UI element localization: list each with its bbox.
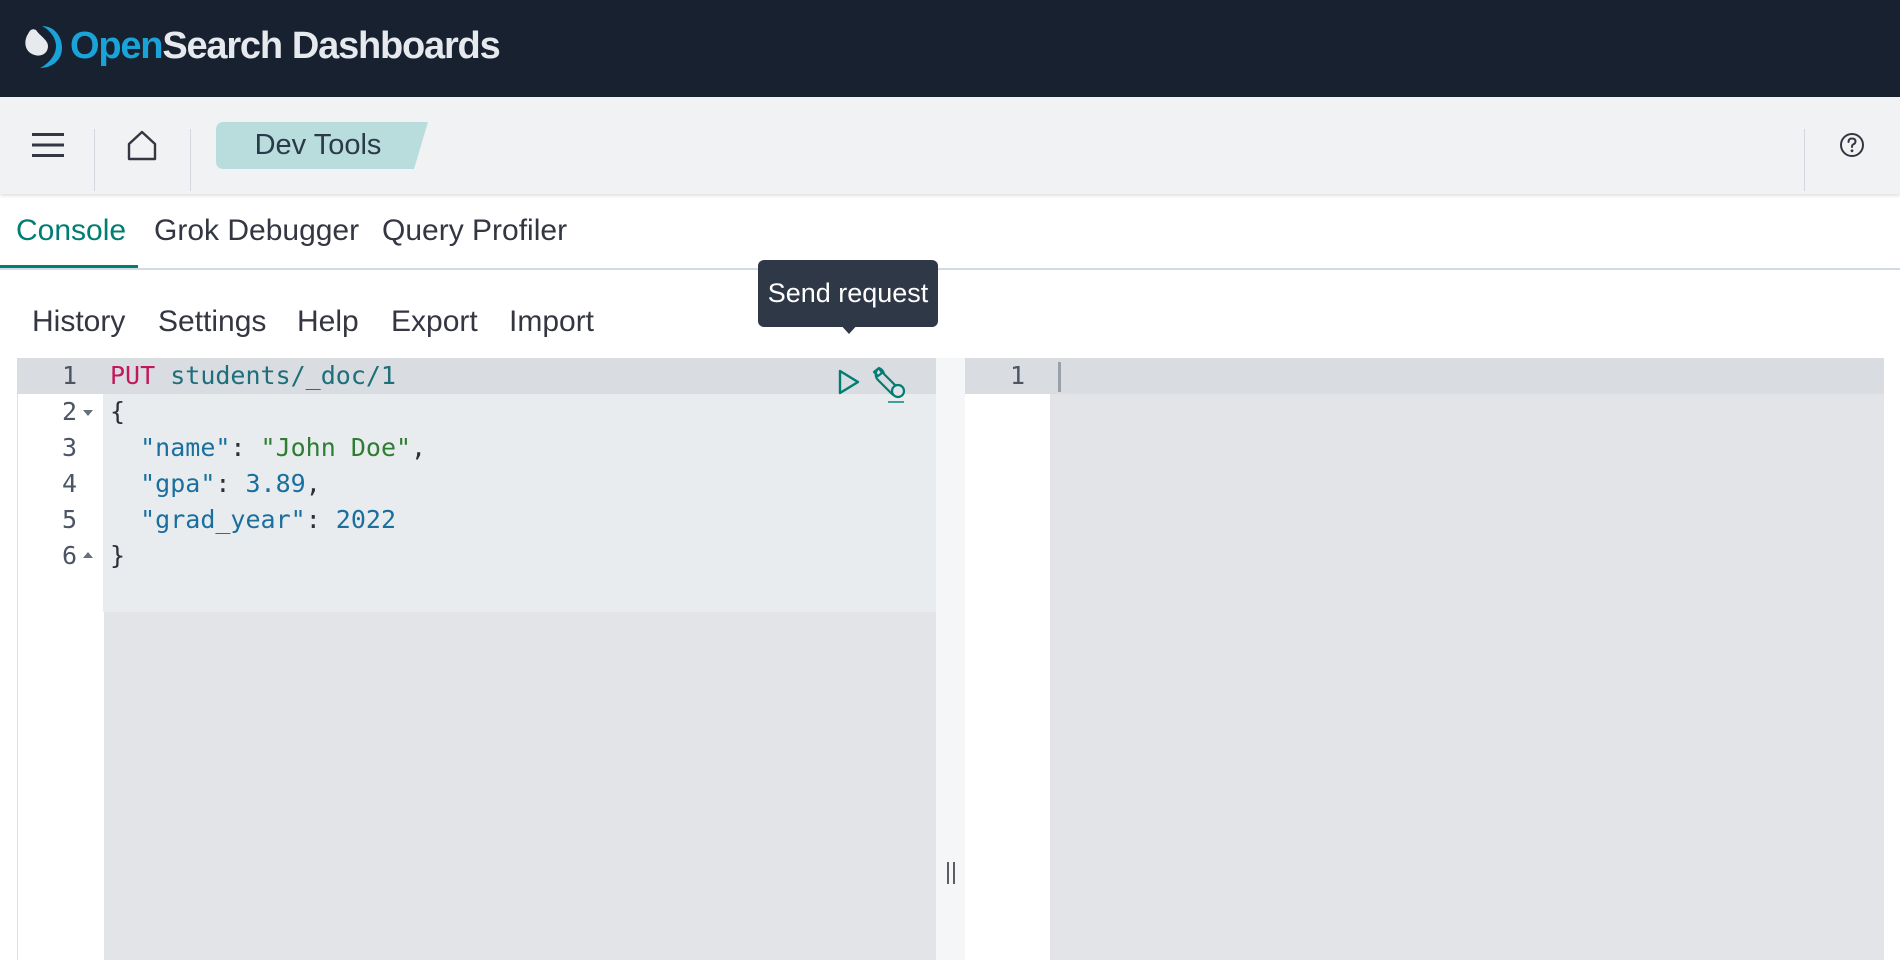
code-line: PUT students/_doc/1 [110, 358, 396, 394]
brand-name-open: Open [70, 25, 164, 67]
line-number: 6 [61, 541, 77, 570]
breadcrumb-label: Dev Tools [254, 129, 382, 161]
open-brace: { [110, 397, 126, 426]
line-number: 1 [61, 361, 77, 390]
request-editor[interactable]: 1 2 3 4 5 6 PUT students/_doc/1 { "name"… [17, 358, 936, 960]
code-line: "grad_year": 2022 [140, 505, 397, 534]
line-number: 5 [61, 505, 77, 534]
header-divider [1804, 129, 1805, 191]
home-icon [127, 130, 157, 161]
help-menu-item[interactable]: Help [297, 300, 359, 344]
breadcrumb[interactable]: Dev Tools [216, 122, 428, 169]
brand-name-dashboards: Dashboards [291, 25, 501, 67]
resize-grip-icon [947, 862, 955, 884]
breadcrumb-header: Dev Tools [0, 97, 1900, 194]
help-button[interactable] [1820, 119, 1884, 171]
top-brand-bar: OpenSearch Dashboards [0, 0, 1900, 97]
fold-toggle-icon[interactable] [83, 552, 93, 558]
line-number: 1 [1009, 361, 1025, 390]
import-menu-item[interactable]: Import [509, 300, 594, 344]
close-brace: } [110, 541, 126, 570]
tab-console[interactable]: Console [0, 194, 138, 268]
tab-query-profiler[interactable]: Query Profiler [366, 194, 583, 268]
line-number: 4 [61, 469, 77, 498]
wrench-icon[interactable] [870, 363, 910, 403]
request-path: students/_doc/1 [170, 361, 396, 390]
tooltip-arrow [838, 322, 860, 334]
json-key: "grad_year" [140, 505, 306, 534]
code-line: "name": "John Doe", [140, 433, 427, 462]
json-key: "gpa" [140, 469, 216, 498]
send-request-play-icon[interactable] [832, 366, 864, 398]
send-request-tooltip: Send request [758, 260, 938, 327]
text-cursor [1058, 362, 1061, 392]
menu-button[interactable] [18, 119, 78, 171]
editor-resize-handle[interactable] [936, 358, 965, 960]
home-button[interactable] [112, 119, 172, 171]
help-circle-icon [1840, 133, 1864, 157]
dev-tools-tabs: Console Grok Debugger Query Profiler [0, 194, 1900, 270]
settings-menu-item[interactable]: Settings [158, 300, 266, 344]
active-line-highlight [965, 358, 1884, 394]
hamburger-menu-icon [32, 133, 64, 157]
json-value: 2022 [335, 505, 397, 534]
code-line: { [110, 394, 125, 430]
response-editor-gutter [965, 358, 1050, 960]
http-method: PUT [110, 361, 156, 390]
opensearch-logo-icon [25, 26, 62, 68]
line-number: 2 [61, 397, 77, 426]
export-menu-item[interactable]: Export [391, 300, 478, 344]
code-line: } [110, 538, 125, 574]
opensearch-logo[interactable]: OpenSearch Dashboards [18, 20, 501, 72]
json-value: "John Doe" [260, 433, 412, 462]
code-line: "gpa": 3.89, [140, 469, 321, 498]
fold-toggle-icon[interactable] [83, 410, 93, 416]
header-divider [190, 129, 191, 191]
brand-name-search: Search [162, 25, 283, 67]
tab-grok-debugger[interactable]: Grok Debugger [138, 194, 375, 268]
header-divider [94, 129, 95, 191]
brand-name: OpenSearch Dashboards [70, 20, 501, 72]
json-key: "name" [140, 433, 231, 462]
response-editor[interactable]: 1 [965, 358, 1884, 960]
line-number: 3 [61, 433, 77, 462]
json-value: 3.89 [245, 469, 306, 498]
history-menu-item[interactable]: History [32, 300, 125, 344]
